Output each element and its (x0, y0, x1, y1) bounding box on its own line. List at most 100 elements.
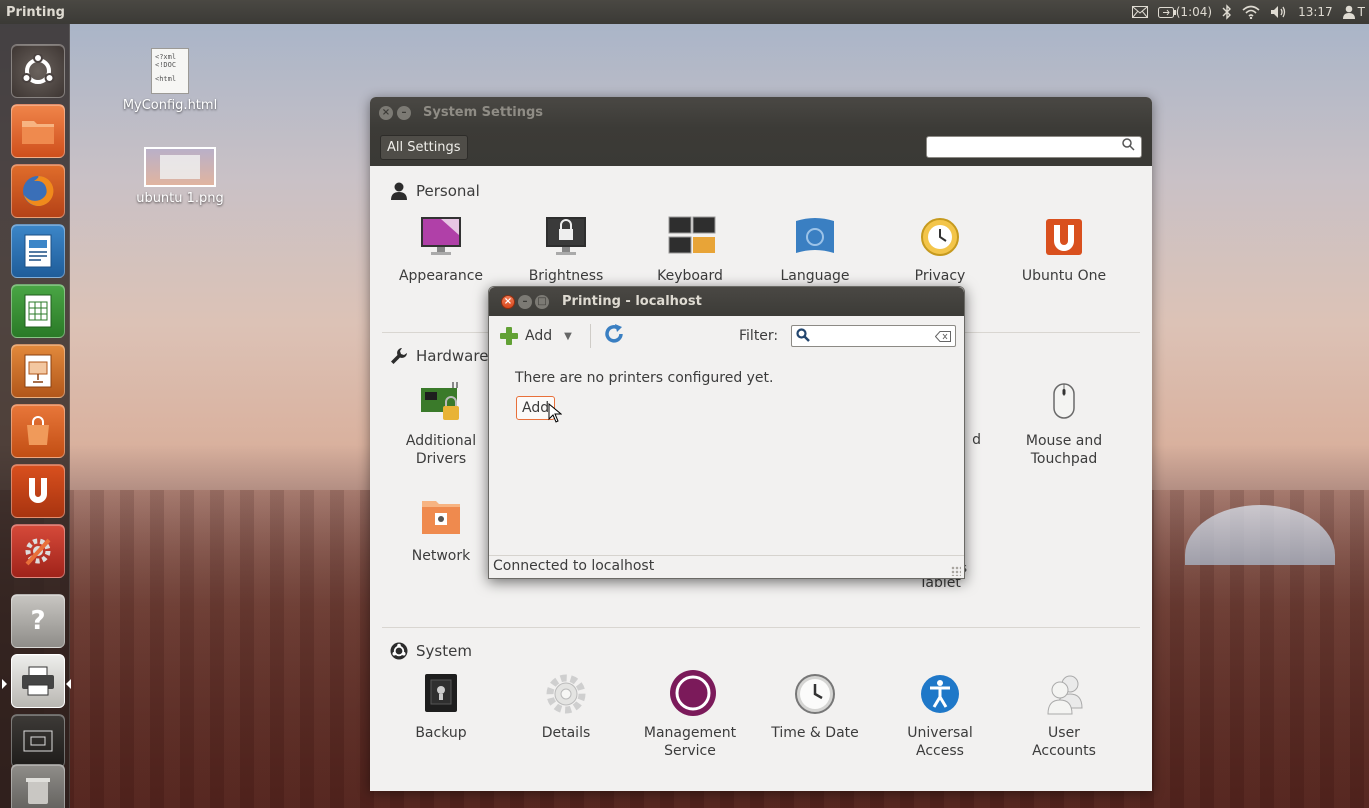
person-icon (391, 182, 407, 200)
printing-minimize-button[interactable]: – (518, 294, 532, 309)
setting-language[interactable]: Language (760, 215, 870, 285)
language-flag-icon (793, 215, 837, 259)
section-hardware-heading: Hardware (390, 347, 488, 365)
settings-close-button[interactable]: × (379, 105, 393, 120)
setting-mouse-touchpad[interactable]: Mouse and Touchpad (1009, 380, 1119, 468)
libreoffice-calc-icon (24, 294, 52, 328)
user-name: T (1357, 5, 1365, 19)
refresh-icon (605, 324, 623, 343)
add-printer-label: Add (525, 328, 553, 344)
launcher-printing-button[interactable] (11, 654, 65, 708)
settings-toolbar: All Settings (370, 128, 1152, 166)
printing-close-button[interactable]: × (501, 294, 515, 309)
empty-printers-message: There are no printers configured yet. (515, 370, 774, 386)
chevron-down-icon[interactable]: ▼ (564, 331, 572, 342)
user-menu[interactable]: T (1342, 5, 1365, 19)
active-app-title: Printing (6, 4, 65, 20)
clear-filter-icon[interactable] (934, 330, 951, 346)
mouse-icon (1042, 380, 1086, 424)
ubuntu-one-icon (29, 478, 47, 503)
desktop-file-label: ubuntu 1.png (136, 191, 224, 206)
setting-universal-access[interactable]: Universal Access (885, 672, 995, 760)
clock[interactable]: 13:17 (1298, 5, 1333, 19)
launcher-active-pip (2, 679, 7, 689)
printing-status-bar: Connected to localhost (489, 555, 964, 578)
displays-icon (668, 215, 716, 259)
filter-input[interactable] (791, 325, 956, 347)
folder-icon (22, 121, 54, 144)
launcher-software-center-button[interactable] (11, 404, 65, 458)
section-divider (382, 627, 1140, 628)
battery-indicator[interactable]: (1:04) (1157, 5, 1213, 19)
section-personal-heading: Personal (390, 182, 480, 200)
setting-privacy[interactable]: Privacy (885, 215, 995, 285)
setting-ubuntu-one[interactable]: Ubuntu One (1009, 215, 1119, 285)
desktop-file-myconfig[interactable]: <?xml <!DOC <html MyConfig.html (110, 48, 230, 113)
launcher-focused-pip (66, 679, 71, 689)
plus-icon (499, 326, 519, 346)
setting-details[interactable]: Details (511, 672, 621, 742)
launcher-help-button[interactable]: ? (11, 594, 65, 648)
refresh-button[interactable] (603, 323, 625, 349)
desktop-file-ubuntu-png[interactable]: ubuntu 1.png (120, 147, 240, 206)
help-icon: ? (30, 606, 46, 636)
search-icon (796, 328, 810, 346)
drivers-chip-lock-icon (419, 380, 463, 424)
resize-grip-icon[interactable] (951, 566, 961, 576)
mouse-cursor-icon (548, 402, 563, 427)
setting-appearance[interactable]: Appearance (386, 215, 496, 285)
launcher-dash-button[interactable] (11, 44, 65, 98)
mail-icon[interactable] (1131, 6, 1148, 18)
top-panel: Printing (1:04) 13:17 T (0, 0, 1369, 24)
settings-search-input[interactable] (926, 136, 1142, 158)
all-settings-button[interactable]: All Settings (380, 134, 468, 160)
bluetooth-icon[interactable] (1222, 4, 1232, 20)
launcher-calc-button[interactable] (11, 284, 65, 338)
brightness-lock-icon (544, 215, 588, 259)
launcher: ? (0, 24, 71, 808)
battery-time: (1:04) (1175, 5, 1213, 19)
printing-maximize-button[interactable]: □ (535, 294, 549, 309)
setting-additional-drivers[interactable]: Additional Drivers (386, 380, 496, 468)
libreoffice-writer-icon (24, 234, 52, 268)
section-system-heading: System (390, 642, 472, 660)
launcher-workspaces-button[interactable] (11, 714, 65, 768)
printing-titlebar: × – □ Printing - localhost (489, 287, 964, 316)
setting-brightness[interactable]: Brightness (511, 215, 621, 285)
gear-icon (544, 672, 588, 716)
wrench-icon (391, 348, 407, 364)
connection-status: Connected to localhost (493, 558, 655, 574)
settings-titlebar: × – System Settings (370, 97, 1152, 128)
volume-icon[interactable] (1270, 5, 1288, 19)
printing-dialog: × – □ Printing - localhost Add ▼ Filter:… (488, 286, 965, 579)
settings-minimize-button[interactable]: – (397, 105, 411, 120)
launcher-trash-button[interactable] (11, 764, 65, 808)
setting-time-date[interactable]: Time & Date (760, 672, 870, 742)
setting-keyboard[interactable]: Keyboard (635, 215, 745, 285)
html-file-icon: <?xml <!DOC <html (151, 48, 189, 94)
wifi-icon[interactable] (1242, 5, 1260, 19)
launcher-firefox-button[interactable] (11, 164, 65, 218)
settings-window-title: System Settings (423, 105, 544, 120)
launcher-system-settings-button[interactable] (11, 524, 65, 578)
ubuntu-one-icon (1042, 215, 1086, 259)
setting-network[interactable]: Network (386, 495, 496, 565)
privacy-clock-icon (918, 215, 962, 259)
launcher-writer-button[interactable] (11, 224, 65, 278)
filter-label: Filter: (739, 328, 779, 344)
desktop-file-label: MyConfig.html (122, 98, 218, 113)
settings-icon (25, 538, 51, 566)
setting-management-service[interactable]: Management Service (635, 670, 745, 760)
launcher-impress-button[interactable] (11, 344, 65, 398)
add-printer-menu-button[interactable]: Add ▼ (499, 326, 572, 346)
clock-icon (793, 672, 837, 716)
image-thumbnail-icon (144, 147, 216, 187)
launcher-files-button[interactable] (11, 104, 65, 158)
printer-list-area: There are no printers configured yet. Ad… (489, 356, 964, 556)
printing-toolbar: Add ▼ Filter: (489, 316, 964, 356)
network-folder-icon (419, 495, 463, 539)
launcher-ubuntu-one-button[interactable] (11, 464, 65, 518)
setting-backup[interactable]: Backup (386, 672, 496, 742)
users-icon (1042, 672, 1086, 716)
setting-user-accounts[interactable]: User Accounts (1009, 672, 1119, 760)
